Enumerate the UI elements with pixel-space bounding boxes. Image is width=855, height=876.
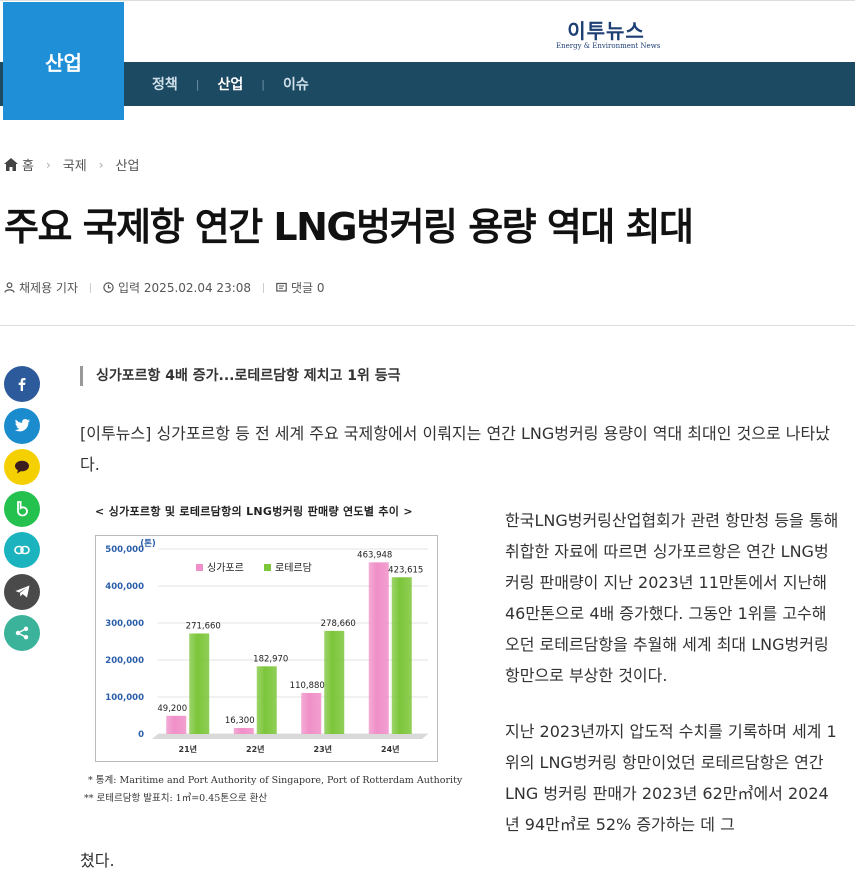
legend-label: 로테르담 xyxy=(275,562,312,574)
article-figure: < 싱가포르항 및 로테르담항의 LNG벙커링 판매량 연도별 추이 > 0 10… xyxy=(80,495,480,815)
legend-swatch xyxy=(196,564,203,571)
article-subhead: 싱가포르항 4배 증가...로테르담항 제치고 1위 등극 xyxy=(80,366,401,386)
share-icon xyxy=(15,626,29,640)
article-paragraph-1: [이투뉴스] 싱가포르항 등 전 세계 주요 국제항에서 이뤄지는 연간 LNG… xyxy=(80,424,830,474)
chevron-right-icon: › xyxy=(98,157,104,172)
copy-link-button[interactable] xyxy=(4,532,40,568)
x-tick-label: 24년 xyxy=(381,744,400,754)
top-header: 이투뉴스 Energy & Environment News xyxy=(0,0,855,62)
comment-icon xyxy=(276,282,287,292)
breadcrumb: 홈 › 국제 › 산업 xyxy=(4,155,139,174)
publish-date: 입력 2025.02.04 23:08 xyxy=(103,279,251,296)
data-label: 49,200 xyxy=(157,704,187,714)
bar-로테르담-24년 xyxy=(391,577,412,734)
telegram-icon xyxy=(15,585,29,598)
bar-싱가포르-24년 xyxy=(368,562,389,734)
twitter-share-button[interactable] xyxy=(4,407,40,444)
band-share-button[interactable] xyxy=(4,490,40,527)
data-label: 271,660 xyxy=(186,621,221,631)
logo-text: 이투뉴스 xyxy=(567,19,645,43)
chevron-right-icon: › xyxy=(45,157,51,172)
bar-싱가포르-21년 xyxy=(166,715,187,734)
breadcrumb-home[interactable]: 홈 xyxy=(22,155,34,174)
bar-로테르담-21년 xyxy=(189,633,210,734)
article-paragraph-3-end: 쳤다. xyxy=(80,851,115,870)
more-share-button[interactable] xyxy=(4,615,40,651)
facebook-icon xyxy=(18,378,26,391)
x-tick-label: 22년 xyxy=(246,744,265,754)
comment-count[interactable]: 댓글 0 xyxy=(276,279,325,296)
section-nav: 정책 | 산업 | 이슈 xyxy=(152,62,309,106)
article-paragraph-2: 한국LNG벙커링산업협회가 관련 항만청 등을 통해 취합한 자료에 따르면 싱… xyxy=(505,511,839,685)
link-icon xyxy=(14,545,30,555)
article-paragraph-3: 지난 2023년까지 압도적 수치를 기록하며 세계 1위의 LNG벙커링 항만… xyxy=(505,722,837,834)
data-label: 110,880 xyxy=(290,681,325,691)
section-badge[interactable]: 산업 xyxy=(3,2,124,120)
y-tick-label: 100,000 xyxy=(105,693,144,703)
breadcrumb-industry[interactable]: 산업 xyxy=(116,155,140,174)
y-tick-label: 500,000 xyxy=(105,545,144,555)
share-bar xyxy=(4,366,40,657)
chart-title: < 싱가포르항 및 로테르담항의 LNG벙커링 판매량 연도별 추이 > xyxy=(95,505,413,518)
y-tick-label: 300,000 xyxy=(105,619,144,629)
y-axis-unit: (톤) xyxy=(140,538,156,549)
user-icon xyxy=(4,282,15,293)
bar-로테르담-22년 xyxy=(256,666,277,734)
bar-chart: 0 100,000 200,000 300,000 400,000 500,000(톤) 4… xyxy=(105,538,428,754)
legend-label: 싱가포르 xyxy=(207,562,244,574)
logo-subtitle: Energy & Environment News xyxy=(556,42,661,50)
y-tick-label: 200,000 xyxy=(105,656,144,666)
bar-싱가포르-22년 xyxy=(233,727,254,734)
header-divider xyxy=(0,325,855,326)
x-tick-label: 23년 xyxy=(314,744,333,754)
breadcrumb-international[interactable]: 국제 xyxy=(63,155,87,174)
kakaotalk-share-button[interactable] xyxy=(4,449,40,485)
data-label: 16,300 xyxy=(225,716,255,726)
data-label: 423,615 xyxy=(388,565,423,575)
legend-swatch xyxy=(264,564,271,571)
nav-item-issue[interactable]: 이슈 xyxy=(283,74,309,94)
kakaotalk-icon xyxy=(15,460,29,474)
article-title: 주요 국제항 연간 LNG벙커링 용량 역대 최대 xyxy=(4,205,694,249)
x-tick-label: 21년 xyxy=(179,744,198,754)
home-icon xyxy=(4,158,18,171)
bar-싱가포르-23년 xyxy=(301,692,322,734)
nav-item-industry[interactable]: 산업 xyxy=(217,74,243,94)
article-meta: 채제용 기자 입력 2025.02.04 23:08 댓글 0 xyxy=(4,279,325,296)
data-label: 278,660 xyxy=(321,619,356,629)
y-tick-label: 400,000 xyxy=(105,582,144,592)
data-label: 463,948 xyxy=(357,550,392,560)
nav-item-policy[interactable]: 정책 xyxy=(152,74,178,94)
section-navbar xyxy=(0,62,855,106)
chart-floor xyxy=(152,734,428,739)
y-tick-label: 0 xyxy=(138,730,144,740)
twitter-icon xyxy=(14,419,30,432)
facebook-share-button[interactable] xyxy=(4,366,40,402)
author: 채제용 기자 xyxy=(4,279,78,296)
clock-icon xyxy=(103,282,114,293)
telegram-share-button[interactable] xyxy=(4,573,40,610)
chart-conversion-note: ** 로테르담항 발표치: 1㎥=0.45톤으로 환산 xyxy=(84,793,268,804)
data-label: 182,970 xyxy=(253,654,288,664)
chart-source-note: * 통계: Maritime and Port Authority of Sin… xyxy=(88,775,463,786)
chart-frame: 0 100,000 200,000 300,000 400,000 500,000 (톤) 4… xyxy=(95,535,438,762)
site-logo[interactable]: 이투뉴스 Energy & Environment News xyxy=(556,15,661,50)
band-icon xyxy=(17,500,28,516)
bar-로테르담-23년 xyxy=(324,630,345,734)
